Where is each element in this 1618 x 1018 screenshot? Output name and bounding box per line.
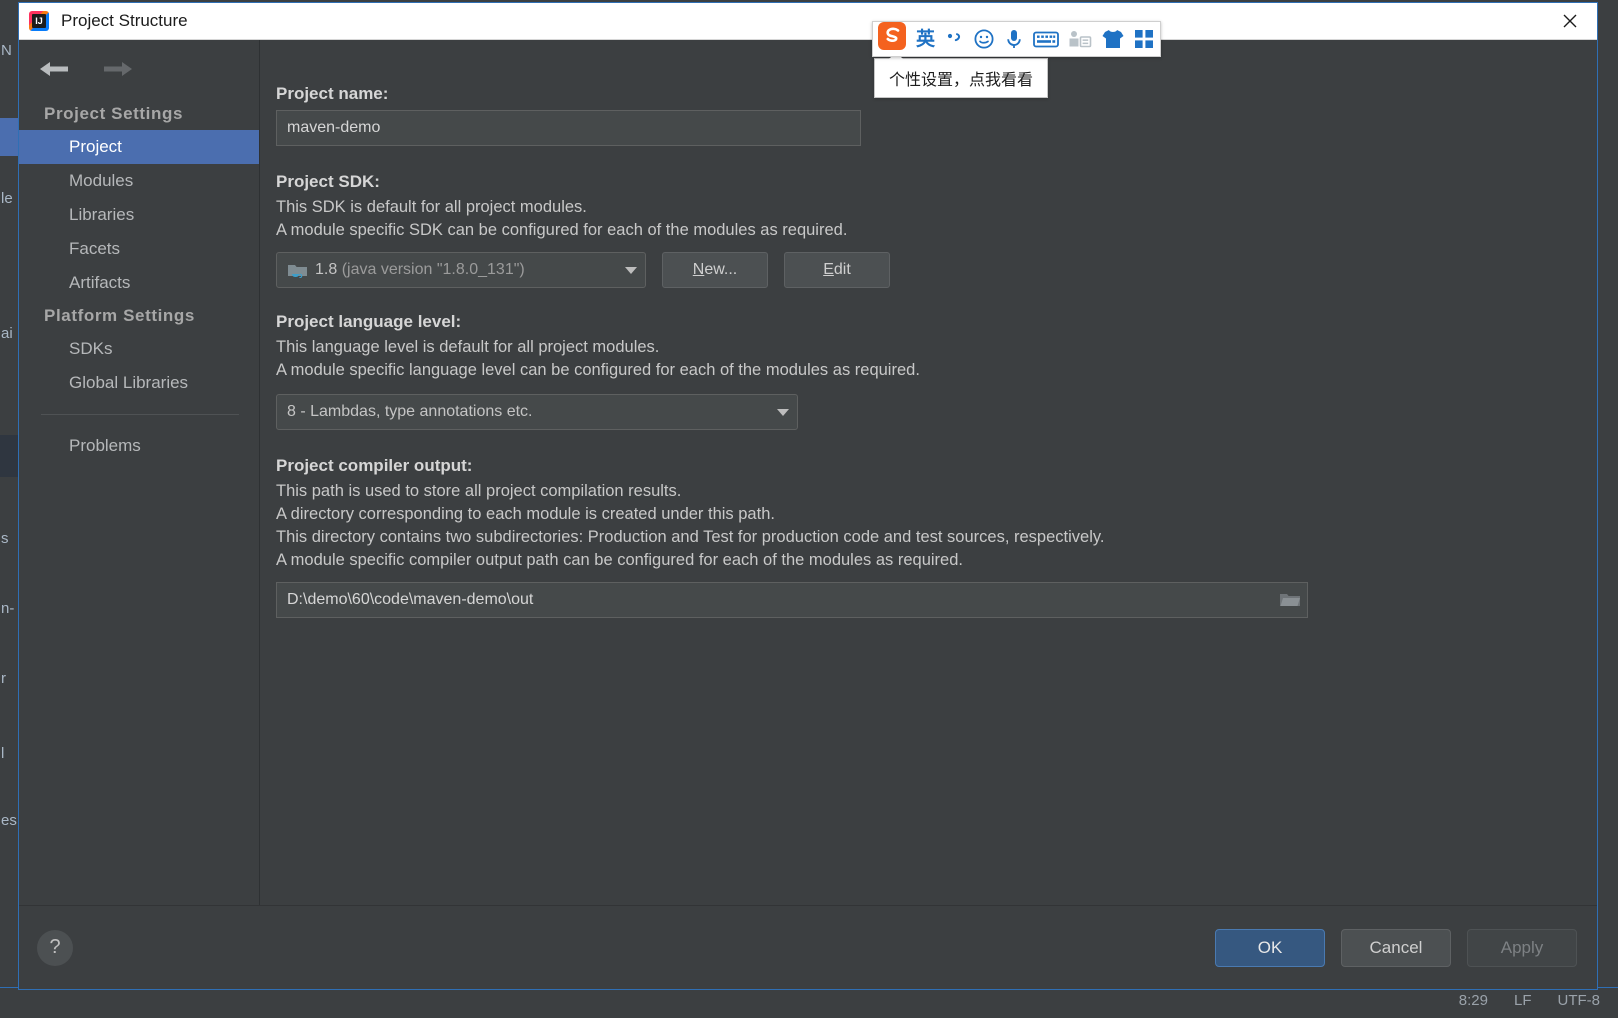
- project-sdk-label: Project SDK:: [276, 172, 380, 191]
- project-compiler-output-description-2: A directory corresponding to each module…: [276, 505, 775, 523]
- folder-browse-icon[interactable]: [1279, 591, 1301, 609]
- microphone-icon[interactable]: [1004, 28, 1024, 50]
- app-grid-icon[interactable]: [1134, 29, 1154, 49]
- sidebar-divider: [41, 414, 239, 415]
- settings-main-panel: Project name: maven-demo Project SDK: Th…: [260, 40, 1597, 905]
- project-sdk-version: 1.8: [315, 261, 338, 278]
- sidebar-item-facets[interactable]: Facets: [19, 232, 259, 266]
- dialog-titlebar: Project Structure: [19, 3, 1597, 40]
- project-language-level-label: Project language level:: [276, 312, 462, 331]
- skin-shirt-icon[interactable]: [1101, 28, 1125, 50]
- dialog-footer: ? OK Cancel Apply: [19, 905, 1597, 989]
- dialog-body: Project Settings Project Modules Librari…: [19, 40, 1597, 905]
- project-sdk-description-2: A module specific SDK can be configured …: [276, 221, 848, 239]
- project-name-input[interactable]: maven-demo: [276, 110, 861, 146]
- ide-gutter-darkrow: [0, 435, 20, 477]
- ime-tooltip: 个性设置，点我看看: [874, 52, 1049, 98]
- sdk-new-mnemonic: N: [692, 261, 705, 278]
- chevron-down-icon: [777, 408, 789, 416]
- arrow-right-icon: [104, 62, 132, 76]
- sdk-edit-mnemonic: E: [823, 261, 834, 278]
- sogou-ime-toolbar: 英: [872, 21, 1162, 57]
- cancel-button[interactable]: Cancel: [1341, 928, 1451, 967]
- project-sdk-value: 1.8 (java version "1.8.0_131"): [315, 261, 617, 279]
- sidebar-nav-arrows: [19, 40, 259, 98]
- project-compiler-output-path-value: D:\demo\60\code\maven-demo\out: [287, 591, 534, 608]
- project-sdk-section: Project SDK: This SDK is default for all…: [276, 172, 1597, 288]
- project-sdk-dropdown[interactable]: 1.8 (java version "1.8.0_131"): [276, 252, 646, 288]
- ime-mode-label: 英: [916, 27, 936, 50]
- back-button[interactable]: [37, 59, 71, 79]
- project-compiler-output-path-field[interactable]: D:\demo\60\code\maven-demo\out: [276, 582, 1308, 618]
- settings-sidebar: Project Settings Project Modules Librari…: [19, 40, 260, 905]
- status-position: 8:29: [1458, 992, 1488, 1009]
- project-compiler-output-label: Project compiler output:: [276, 456, 473, 475]
- ok-button[interactable]: OK: [1215, 928, 1325, 967]
- sidebar-item-global-libraries[interactable]: Global Libraries: [19, 366, 259, 400]
- sidebar-item-project[interactable]: Project: [19, 130, 259, 164]
- project-compiler-output-description-4: A module specific compiler output path c…: [276, 551, 963, 569]
- project-sdk-controls: 1.8 (java version "1.8.0_131") New... Ed…: [276, 252, 1597, 288]
- sidebar-group-project-settings: Project Settings: [44, 104, 184, 123]
- sidebar-item-modules[interactable]: Modules: [19, 164, 259, 198]
- sidebar-item-problems[interactable]: Problems: [19, 429, 259, 463]
- java-sdk-folder-icon: [287, 261, 308, 280]
- project-structure-dialog: Project Structure Proj: [18, 2, 1598, 990]
- soft-keyboard-icon[interactable]: [1033, 30, 1059, 49]
- ide-left-gutter: N le ai s n- r l es: [0, 0, 20, 1018]
- project-language-level-description-2: A module specific language level can be …: [276, 361, 920, 379]
- emoji-icon[interactable]: [973, 28, 995, 50]
- chinese-english-mode-icon[interactable]: 英: [916, 27, 936, 50]
- sdk-new-button[interactable]: New...: [662, 252, 768, 288]
- ide-status-bar: 8:29 LF UTF-8: [0, 987, 1618, 1018]
- sdk-new-label: ew...: [704, 261, 738, 278]
- close-icon: [1563, 14, 1577, 27]
- status-encoding[interactable]: UTF-8: [1558, 992, 1601, 1009]
- ide-gutter-selection: [0, 118, 20, 156]
- chevron-down-icon: [625, 266, 637, 274]
- intellij-idea-icon: [29, 11, 49, 31]
- forward-button[interactable]: [101, 59, 135, 79]
- project-compiler-output-section: Project compiler output: This path is us…: [276, 456, 1597, 618]
- project-compiler-output-description-1: This path is used to store all project c…: [276, 482, 682, 500]
- sidebar-item-libraries[interactable]: Libraries: [19, 198, 259, 232]
- project-language-level-value: 8 - Lambdas, type annotations etc.: [287, 403, 533, 420]
- arrow-left-icon: [40, 62, 68, 76]
- toolbox-icon[interactable]: [1068, 29, 1092, 49]
- project-sdk-description-1: This SDK is default for all project modu…: [276, 198, 587, 216]
- close-button[interactable]: [1543, 3, 1597, 38]
- punctuation-mode-icon[interactable]: [944, 29, 964, 49]
- sidebar-group-platform-settings: Platform Settings: [44, 306, 195, 325]
- window-title: Project Structure: [61, 11, 188, 30]
- sdk-edit-button[interactable]: Edit: [784, 252, 890, 288]
- project-language-level-dropdown[interactable]: 8 - Lambdas, type annotations etc.: [276, 394, 798, 430]
- project-language-level-description-1: This language level is default for all p…: [276, 338, 660, 356]
- project-compiler-output-description-3: This directory contains two subdirectori…: [276, 528, 1105, 546]
- sogou-logo-icon[interactable]: [877, 21, 907, 51]
- sdk-edit-label: dit: [833, 261, 851, 278]
- status-line-separator[interactable]: LF: [1514, 992, 1532, 1009]
- footer-buttons: OK Cancel Apply: [1215, 928, 1577, 967]
- apply-button[interactable]: Apply: [1467, 928, 1577, 967]
- sidebar-item-artifacts[interactable]: Artifacts: [19, 266, 259, 300]
- sidebar-item-sdks[interactable]: SDKs: [19, 332, 259, 366]
- project-language-level-section: Project language level: This language le…: [276, 312, 1597, 430]
- help-button[interactable]: ?: [37, 929, 73, 966]
- project-sdk-detail: (java version "1.8.0_131"): [341, 261, 525, 278]
